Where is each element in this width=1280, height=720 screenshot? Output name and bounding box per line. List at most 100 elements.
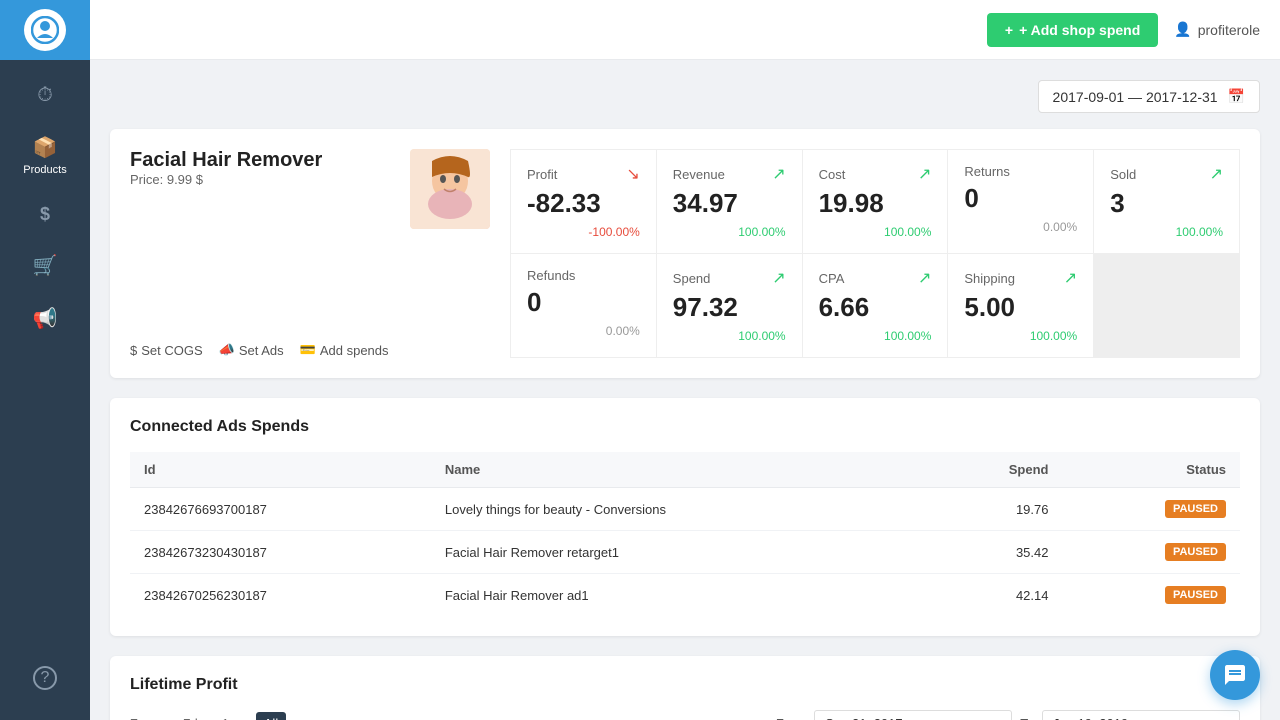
arrow-up-icon: ↗	[918, 164, 931, 184]
arrow-up-icon: ↗	[918, 268, 931, 288]
product-name: Facial Hair Remover	[130, 149, 394, 172]
sidebar-item-dashboard[interactable]: ⏱	[0, 70, 90, 121]
status-badge: PAUSED	[1165, 586, 1226, 604]
chart-controls: Zoom 7d 1m All From To	[130, 710, 1240, 720]
metric-label: Spend	[673, 271, 711, 286]
metric-cell-revenue: Revenue ↗ 34.97 100.00%	[657, 150, 802, 253]
status-badge: PAUSED	[1165, 500, 1226, 518]
add-spends-link[interactable]: 💳 Add spends	[300, 342, 389, 358]
cell-status: PAUSED	[1063, 574, 1241, 617]
arrow-up-icon: ↗	[1210, 164, 1223, 184]
sidebar-item-products-label: Products	[23, 164, 66, 176]
megaphone-icon: 📢	[33, 306, 58, 331]
cell-id: 23842676693700187	[130, 488, 431, 531]
set-cogs-label: Set COGS	[141, 343, 202, 358]
lifetime-profit-title: Lifetime Profit	[130, 676, 1240, 694]
metric-cell-refunds: Refunds 0 0.00%	[511, 254, 656, 357]
zoom-all-button[interactable]: All	[256, 712, 286, 720]
main-content: + + Add shop spend 👤 profiterole 2017-09…	[90, 0, 1280, 720]
metric-label: Cost	[819, 167, 846, 182]
cell-name: Lovely things for beauty - Conversions	[431, 488, 928, 531]
metric-value: 97.32	[673, 292, 786, 323]
metrics-grid: Profit ↘ -82.33 -100.00% Revenue ↗ 34.97…	[510, 149, 1240, 358]
to-label: To	[1020, 716, 1034, 720]
dollar-action-icon: $	[130, 343, 137, 358]
metric-value: 6.66	[819, 292, 932, 323]
metric-value: -82.33	[527, 188, 640, 219]
table-row: 23842676693700187 Lovely things for beau…	[130, 488, 1240, 531]
metric-cell-profit: Profit ↘ -82.33 -100.00%	[511, 150, 656, 253]
chat-fab-button[interactable]	[1210, 650, 1260, 700]
sidebar-item-campaigns[interactable]: 📢	[0, 292, 90, 345]
sidebar-item-help[interactable]: ?	[33, 652, 57, 704]
metric-header: CPA ↗	[819, 268, 932, 288]
add-shop-spend-button[interactable]: + + Add shop spend	[987, 13, 1158, 47]
add-spends-label: Add spends	[320, 343, 389, 358]
product-header: Facial Hair Remover Price: 9.99 $	[130, 149, 490, 229]
zoom-label: Zoom	[130, 716, 163, 720]
set-ads-label: Set Ads	[239, 343, 284, 358]
metric-cell-cpa: CPA ↗ 6.66 100.00%	[803, 254, 948, 357]
table-row: 23842673230430187 Facial Hair Remover re…	[130, 531, 1240, 574]
from-date-input[interactable]	[814, 710, 1012, 720]
content-area: 2017-09-01 — 2017-12-31 📅 Facial Hair Re…	[90, 60, 1280, 720]
metric-cell-sold: Sold ↗ 3 100.00%	[1094, 150, 1239, 253]
topbar: + + Add shop spend 👤 profiterole	[90, 0, 1280, 60]
metric-change: 0.00%	[964, 220, 1077, 234]
metric-label: CPA	[819, 271, 845, 286]
sidebar-item-orders[interactable]: 🛒	[0, 239, 90, 292]
cell-id: 23842670256230187	[130, 574, 431, 617]
sidebar: ⏱ 📦 Products $ 🛒 📢 ?	[0, 0, 90, 720]
product-image	[410, 149, 490, 229]
metric-change: -100.00%	[527, 225, 640, 239]
to-date-input[interactable]	[1042, 710, 1240, 720]
metric-label: Profit	[527, 167, 557, 182]
arrow-up-icon: ↗	[1064, 268, 1077, 288]
set-ads-link[interactable]: 📣 Set Ads	[219, 342, 284, 358]
metric-value: 3	[1110, 188, 1223, 219]
metric-value: 0	[964, 183, 1077, 214]
metric-change: 100.00%	[819, 329, 932, 343]
metric-value: 5.00	[964, 292, 1077, 323]
calendar-icon: 📅	[1228, 88, 1245, 105]
connected-ads-section: Connected Ads Spends Id Name Spend Statu…	[110, 398, 1260, 636]
product-card: Facial Hair Remover Price: 9.99 $	[110, 129, 1260, 378]
metric-header: Revenue ↗	[673, 164, 786, 184]
sidebar-item-products[interactable]: 📦 Products	[0, 121, 90, 190]
zoom-1m-button[interactable]: 1m	[214, 712, 248, 720]
metric-label: Refunds	[527, 268, 575, 283]
metric-cell-spend: Spend ↗ 97.32 100.00%	[657, 254, 802, 357]
arrow-up-icon: ↗	[772, 268, 785, 288]
cell-status: PAUSED	[1063, 488, 1241, 531]
metric-header: Refunds	[527, 268, 640, 283]
metric-label: Revenue	[673, 167, 725, 182]
date-range-picker[interactable]: 2017-09-01 — 2017-12-31 📅	[1038, 80, 1260, 113]
user-icon: 👤	[1174, 21, 1191, 38]
metric-change: 0.00%	[527, 324, 640, 338]
metric-cell-shipping: Shipping ↗ 5.00 100.00%	[948, 254, 1093, 357]
zoom-7d-button[interactable]: 7d	[175, 712, 205, 720]
help-icon: ?	[33, 666, 57, 690]
metric-header: Shipping ↗	[964, 268, 1077, 288]
set-cogs-link[interactable]: $ Set COGS	[130, 342, 203, 358]
user-menu[interactable]: 👤 profiterole	[1174, 21, 1260, 38]
sidebar-item-revenue[interactable]: $	[0, 190, 90, 239]
cell-spend: 35.42	[927, 531, 1062, 574]
metric-label: Returns	[964, 164, 1010, 179]
metric-value: 0	[527, 287, 640, 318]
ads-action-icon: 📣	[219, 342, 235, 358]
metric-value: 19.98	[819, 188, 932, 219]
metric-change: 100.00%	[1110, 225, 1223, 239]
date-range-bar: 2017-09-01 — 2017-12-31 📅	[110, 80, 1260, 113]
metric-change: 100.00%	[673, 225, 786, 239]
cell-spend: 42.14	[927, 574, 1062, 617]
from-label: From	[776, 716, 806, 720]
metric-header: Profit ↘	[527, 164, 640, 184]
metric-change: 100.00%	[964, 329, 1077, 343]
metric-change: 100.00%	[819, 225, 932, 239]
col-header-id: Id	[130, 452, 431, 488]
app-logo	[0, 0, 90, 60]
metric-header: Spend ↗	[673, 268, 786, 288]
product-actions: $ Set COGS 📣 Set Ads 💳 Add spends	[130, 342, 490, 358]
arrow-down-icon: ↘	[626, 164, 639, 184]
